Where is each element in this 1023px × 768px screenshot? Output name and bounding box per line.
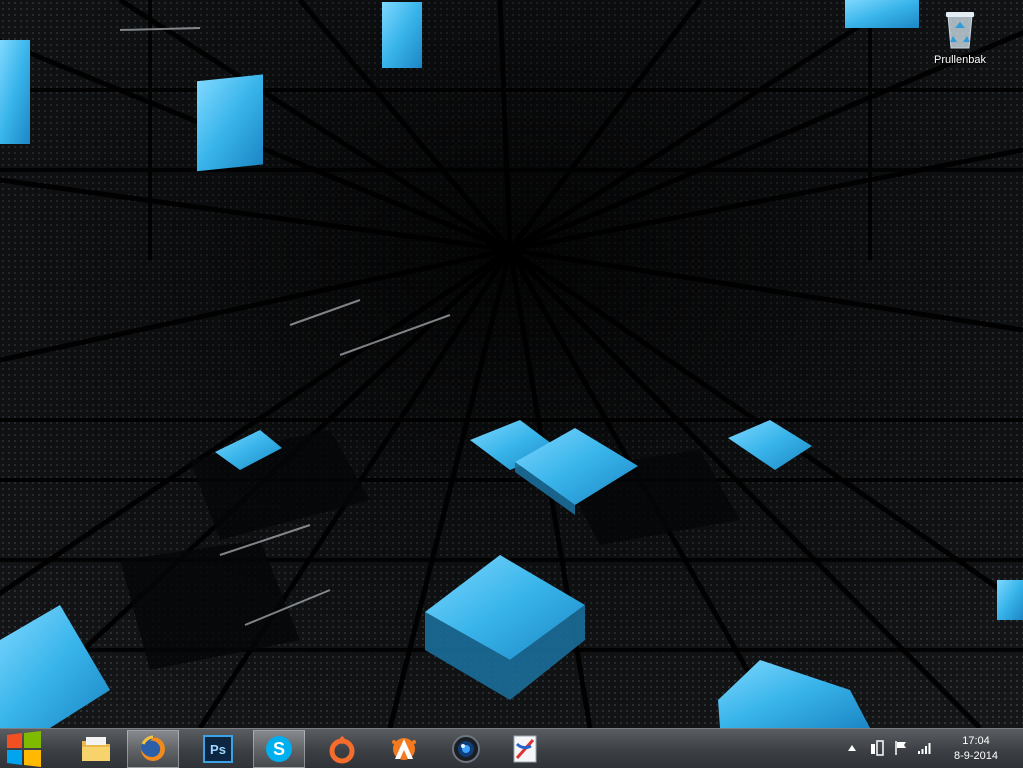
camera-lens-icon [452,735,480,763]
taskbar-avast[interactable] [378,730,430,768]
start-button[interactable] [4,731,44,767]
show-hidden-icons-icon [848,745,856,751]
tray-device[interactable] [869,739,885,757]
taskbar-webcam[interactable] [440,730,492,768]
taskbar: Ps S 17:04 8-9-2014 [0,728,1023,768]
avast-icon [392,738,416,760]
folder-icon [82,737,110,761]
show-hidden-icons-button[interactable] [844,739,860,757]
desktop: Prullenbak [0,0,1023,728]
photoshop-label: Ps [210,741,226,757]
desktop-icon-recycle-bin[interactable]: Prullenbak [920,6,1000,74]
recycle-bin-icon [943,6,977,50]
blue-tile [0,40,30,144]
flag-icon [895,741,906,755]
wallpaper [0,0,1023,728]
desktop-icon-label: Prullenbak [934,54,986,66]
firefox-icon [141,735,165,761]
windows-logo-icon [7,731,41,767]
paint-icon [513,735,537,763]
taskbar-skype[interactable]: S [253,730,305,768]
clock[interactable]: 17:04 8-9-2014 [944,734,1008,764]
taskbar-origin[interactable] [316,730,368,768]
clock-date: 8-9-2014 [953,750,999,762]
device-icon [871,740,884,756]
taskbar-firefox[interactable] [127,730,179,768]
taskbar-paint[interactable] [499,730,551,768]
tray-network[interactable] [917,739,933,757]
origin-icon [329,736,355,764]
tray-action-center[interactable] [893,739,909,757]
network-signal-icon [918,743,931,754]
skype-label: S [272,738,285,759]
taskbar-photoshop[interactable]: Ps [192,730,244,768]
taskbar-file-explorer[interactable] [70,730,122,768]
clock-time: 17:04 [962,735,990,747]
